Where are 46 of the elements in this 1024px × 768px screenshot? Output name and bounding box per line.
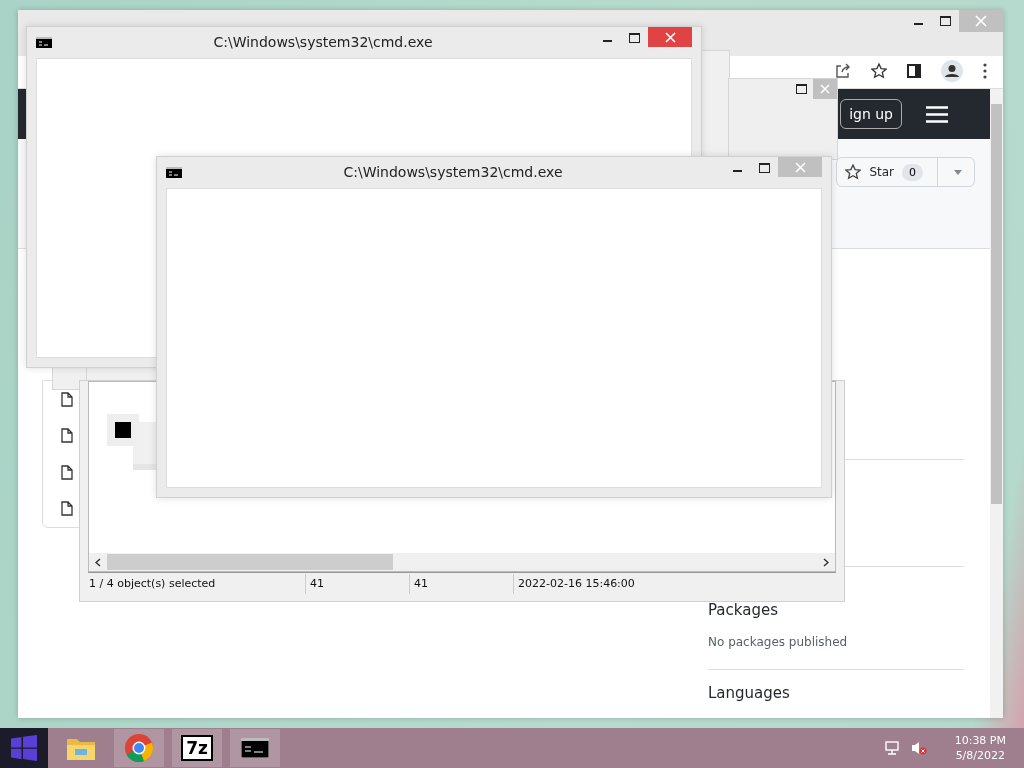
scroll-left-icon[interactable]	[95, 557, 101, 567]
sidebar-heading: Languages	[708, 684, 791, 702]
archiver-button[interactable]: 7z	[172, 729, 222, 767]
network-icon[interactable]	[884, 740, 901, 756]
clock[interactable]: 10:38 PM 5/8/2022	[954, 733, 1006, 763]
file-icon	[61, 464, 73, 480]
windows-logo-icon	[11, 735, 37, 761]
console-taskbar-icon[interactable]	[230, 729, 280, 767]
start-button[interactable]	[0, 728, 48, 768]
archiver-logo: 7z	[181, 735, 213, 761]
file-icon	[61, 391, 73, 407]
file-icon	[61, 501, 73, 517]
status-bar-cell: 41	[410, 574, 514, 594]
menu-dots-icon[interactable]	[983, 63, 987, 79]
profile-icon[interactable]	[941, 60, 963, 82]
sidebar-text: No packages published	[708, 635, 849, 649]
horizontal-scrollbar[interactable]	[88, 553, 836, 572]
close-icon	[975, 15, 987, 27]
window-title: C:\Windows\system32\cmd.exe	[342, 164, 564, 180]
hamburger-menu-icon[interactable]	[926, 105, 948, 123]
bookmark-star-icon[interactable]	[871, 63, 887, 79]
close-icon	[820, 84, 830, 94]
scroll-right-icon[interactable]	[823, 557, 829, 567]
status-bar-cell: 1 / 4 object(s) selected	[88, 574, 306, 594]
star-button[interactable]: Star 0	[836, 157, 975, 187]
muted-speaker-icon[interactable]	[910, 740, 927, 756]
star-label: Star	[869, 165, 894, 179]
close-icon	[664, 31, 676, 43]
side-panel-icon[interactable]	[907, 64, 921, 78]
sidebar-heading: Packages	[708, 601, 779, 619]
star-count: 0	[902, 163, 923, 181]
caret-icon[interactable]	[954, 169, 962, 175]
clock-time: 10:38 PM	[954, 733, 1006, 748]
chrome-icon[interactable]	[114, 729, 164, 767]
console-icon	[166, 167, 182, 178]
status-bar-cell: 41	[306, 574, 410, 594]
scrollbar[interactable]	[990, 89, 1003, 718]
star-icon	[845, 164, 862, 180]
window-title: C:\Windows\system32\cmd.exe	[212, 34, 434, 50]
sign-up-button[interactable]: ign up	[840, 99, 902, 129]
share-icon[interactable]	[835, 63, 851, 79]
console-icon	[36, 37, 52, 48]
file-icon	[61, 428, 73, 444]
close-icon	[794, 161, 806, 173]
clock-date: 5/8/2022	[955, 748, 1006, 763]
status-bar-cell-text: 2022-02-16 15:46:00	[517, 576, 635, 592]
